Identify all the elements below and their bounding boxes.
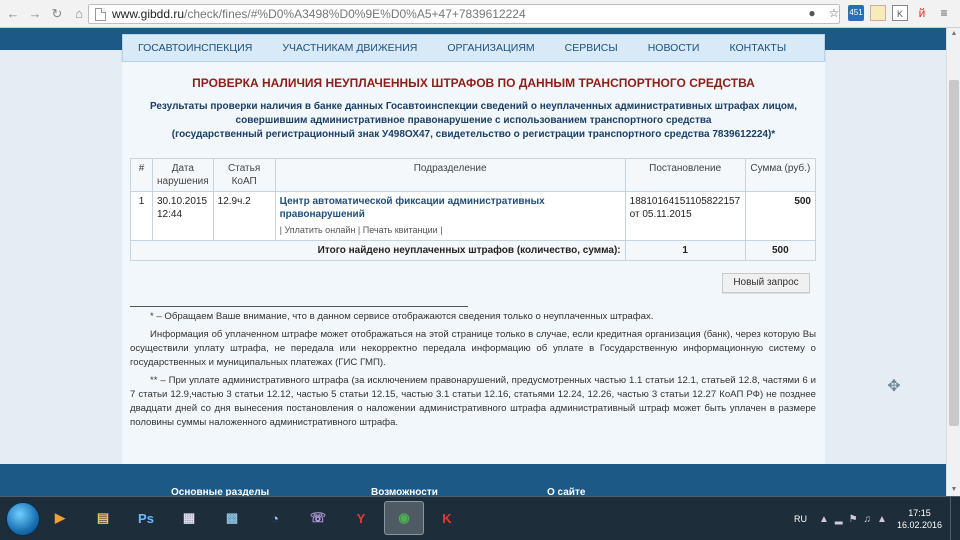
header-article: Статья КоАП [212, 158, 276, 192]
footnote-1: * – Обращаем Ваше внимание, что в данном… [150, 311, 654, 322]
notes-extension-icon[interactable] [870, 5, 886, 21]
header-resolution: Постановление [624, 158, 746, 192]
cell-article: 12.9ч.2 [212, 191, 276, 241]
volume-icon[interactable]: ♫ [864, 514, 872, 525]
result-line: совершившим административное правонаруше… [235, 115, 712, 126]
home-icon[interactable]: ⌂ [70, 5, 88, 23]
page-scrollbar[interactable]: ▲ ▼ [946, 28, 960, 496]
footnote-divider [130, 306, 468, 307]
page-icon [95, 7, 106, 21]
drive-icon[interactable]: ▲ [877, 514, 887, 525]
system-tray: RU ▲ ▂ ⚑ ♫ ▲ 17:15 16.02.2016 [794, 497, 960, 540]
calculator-icon[interactable]: ▦ [169, 501, 209, 535]
address-bar[interactable]: www.gibdd.ru/check/fines/#%D0%A3498%D0%9… [88, 4, 840, 24]
dept-link[interactable]: Центр автоматической фиксации администра… [280, 195, 621, 221]
tray-icons: ▲ ▂ ⚑ ♫ ▲ [819, 514, 887, 525]
footnotes: * – Обращаем Ваше внимание, что в данном… [130, 310, 816, 434]
result-line: (государственный регистрационный знак У4… [171, 129, 776, 140]
menu-item-organizations[interactable]: ОРГАНИЗАЦИЯМ [432, 42, 549, 54]
virtualbox-icon[interactable]: ▩ [212, 501, 252, 535]
payment-links[interactable]: | Уплатить онлайн | Печать квитанции | [280, 224, 621, 237]
reload-icon[interactable]: ↻ [48, 5, 66, 23]
footer-heading-features: Возможности [371, 487, 438, 496]
footnote-3: ** – При уплате административного штрафа… [130, 375, 816, 428]
table-header-row: # Дата нарушения Статья КоАП Подразделен… [130, 158, 817, 192]
main-menu: ГОСАВТОИНСПЕКЦИЯ УЧАСТНИКАМ ДВИЖЕНИЯ ОРГ… [122, 34, 825, 62]
kaspersky-icon[interactable]: K [427, 501, 467, 535]
media-player-icon[interactable]: ▶ [40, 501, 80, 535]
viber-icon[interactable]: ☏ [298, 501, 338, 535]
scroll-up-icon[interactable]: ▲ [950, 30, 958, 38]
total-row: Итого найдено неуплаченных штрафов (коли… [130, 240, 817, 261]
result-line: Результаты проверки наличия в банке данн… [149, 101, 798, 112]
network-icon[interactable]: ◔ [255, 501, 295, 535]
clock[interactable]: 17:15 16.02.2016 [897, 507, 942, 531]
windows-taskbar: ▶ ▤ Ps ▦ ▩ ◔ ☏ Y ◉ K RU ▲ ▂ ⚑ ♫ ▲ 17:15 … [0, 496, 960, 540]
bulb-icon[interactable]: ● [804, 5, 820, 21]
menu-item-gosavtoinspekciya[interactable]: ГОСАВТОИНСПЕКЦИЯ [123, 42, 267, 54]
clock-date: 16.02.2016 [896, 520, 942, 530]
header-num: # [130, 158, 153, 192]
k-extension-icon[interactable]: K [892, 5, 908, 21]
move-cursor-icon: ✥ [887, 378, 901, 395]
chrome-icon[interactable]: ◉ [384, 501, 424, 535]
total-label: Итого найдено неуплаченных штрафов (коли… [130, 240, 626, 261]
web-page: ГОСАВТОИНСПЕКЦИЯ УЧАСТНИКАМ ДВИЖЕНИЯ ОРГ… [0, 28, 946, 496]
yandex-browser-icon[interactable]: Y [341, 501, 381, 535]
browser-toolbar: ← → ↻ ⌂ www.gibdd.ru/check/fines/#%D0%A3… [0, 0, 960, 28]
new-request-button[interactable]: Новый запрос [722, 273, 810, 293]
extension-badge-icon[interactable]: 451 [848, 5, 864, 21]
result-description: Результаты проверки наличия в банке данн… [132, 100, 815, 142]
footer-band: Основные разделы Возможности О сайте [0, 464, 946, 496]
cell-dept: Центр автоматической фиксации администра… [274, 191, 626, 241]
header-dept: Подразделение [274, 158, 626, 192]
footer-heading-about: О сайте [547, 487, 586, 496]
menu-item-news[interactable]: НОВОСТИ [633, 42, 715, 54]
cell-num: 1 [130, 191, 153, 241]
show-hidden-icons-icon[interactable]: ▲ [819, 514, 829, 525]
total-sum: 500 [744, 240, 817, 261]
language-indicator[interactable]: RU [794, 514, 807, 524]
menu-item-services[interactable]: СЕРВИСЫ [550, 42, 633, 54]
footnote-2: Информация об уплаченном штрафе может от… [130, 329, 816, 368]
content-panel: ПРОВЕРКА НАЛИЧИЯ НЕУПЛАЧЕННЫХ ШТРАФОВ ПО… [122, 62, 825, 464]
photoshop-icon[interactable]: Ps [126, 501, 166, 535]
clock-time: 17:15 [908, 508, 931, 518]
back-icon[interactable]: ← [4, 5, 22, 23]
cell-sum: 500 [744, 191, 817, 241]
scroll-thumb[interactable] [949, 80, 959, 426]
footer-heading-sections: Основные разделы [171, 487, 270, 496]
header-date: Дата нарушения [152, 158, 214, 192]
forward-icon[interactable]: → [26, 5, 44, 23]
menu-icon[interactable]: ≡ [936, 5, 952, 21]
total-count: 1 [624, 240, 746, 261]
star-icon[interactable]: ☆ [826, 5, 842, 21]
show-desktop-button[interactable] [950, 497, 960, 540]
header-sum: Сумма (руб.) [744, 158, 817, 192]
page-title: ПРОВЕРКА НАЛИЧИЯ НЕУПЛАЧЕННЫХ ШТРАФОВ ПО… [192, 76, 755, 90]
flag-icon[interactable]: ⚑ [849, 514, 858, 525]
extensions-area: ● ☆ 451 K й ≡ [804, 5, 952, 21]
explorer-icon[interactable]: ▤ [83, 501, 123, 535]
table-row: 1 30.10.2015 12:44 12.9ч.2 Центр автомат… [130, 191, 817, 241]
menu-item-participants[interactable]: УЧАСТНИКАМ ДВИЖЕНИЯ [267, 42, 432, 54]
taskbar-apps: ▶ ▤ Ps ▦ ▩ ◔ ☏ Y ◉ K [40, 501, 467, 535]
cell-resolution: 18810164151105822157 от 05.11.2015 [624, 191, 746, 241]
menu-item-contacts[interactable]: КОНТАКТЫ [714, 42, 801, 54]
cell-date: 30.10.2015 12:44 [152, 191, 214, 241]
fines-table: # Дата нарушения Статья КоАП Подразделен… [130, 158, 817, 261]
signal-icon[interactable]: ▂ [835, 514, 843, 525]
address-text: www.gibdd.ru/check/fines/#%D0%A3498%D0%9… [112, 7, 526, 21]
scroll-down-icon[interactable]: ▼ [950, 486, 958, 494]
start-button[interactable] [6, 501, 40, 536]
ya-extension-icon[interactable]: й [914, 5, 930, 21]
